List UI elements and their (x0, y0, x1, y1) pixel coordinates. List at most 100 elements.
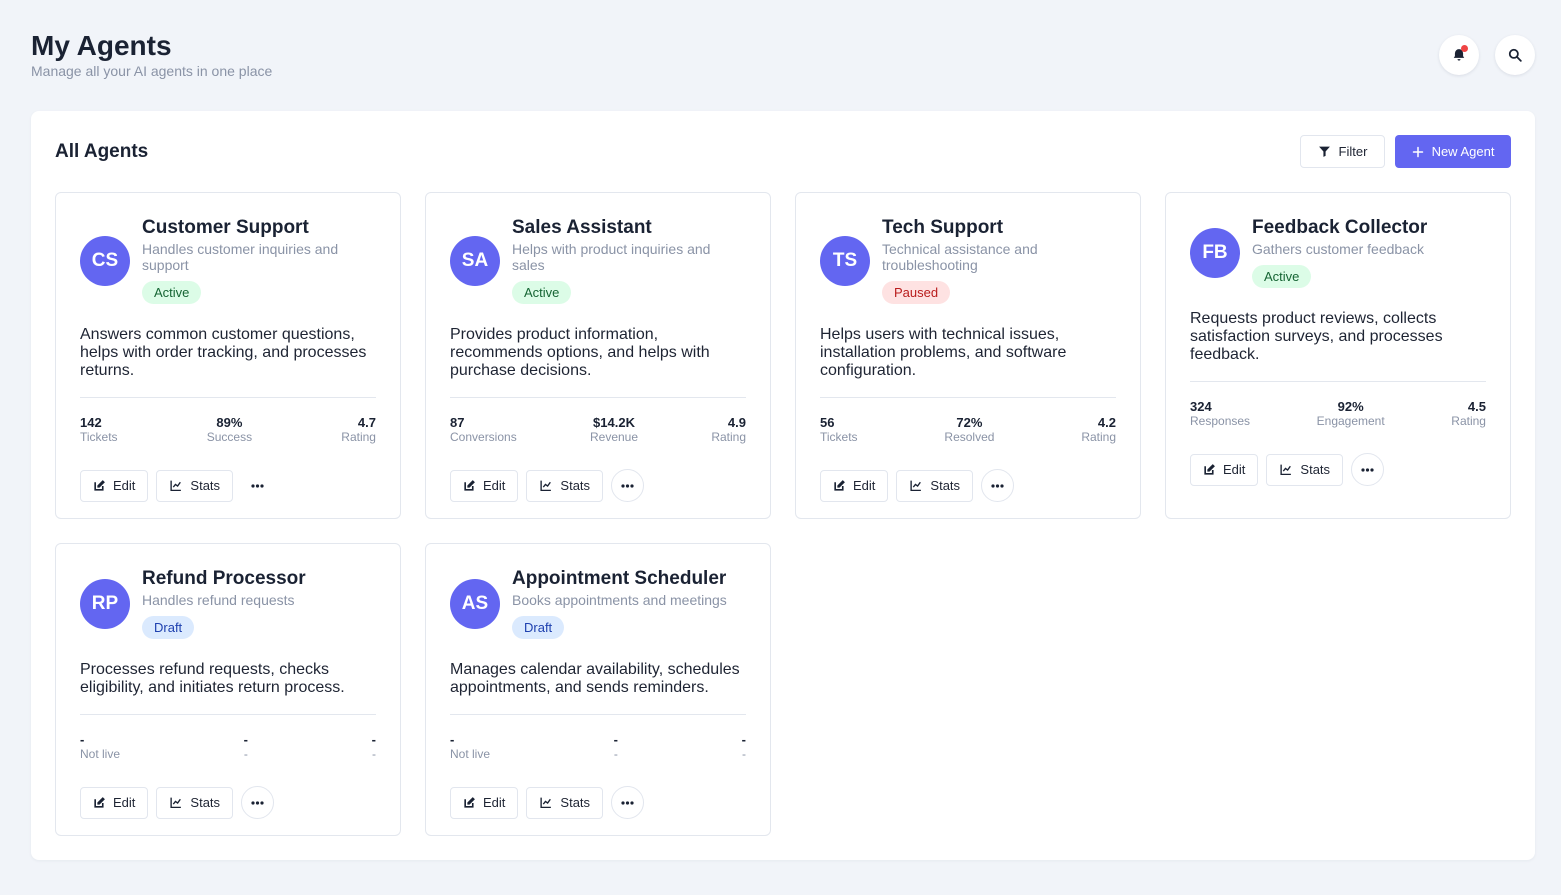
edit-button[interactable]: Edit (450, 469, 519, 502)
agent-actions: Edit Stats (56, 786, 400, 819)
edit-button[interactable]: Edit (80, 786, 149, 819)
agent-name: Tech Support (882, 217, 1004, 238)
more-options-button[interactable] (611, 469, 645, 502)
agent-card-header: CS Customer Support Handles customer inq… (56, 193, 400, 304)
stats-button[interactable]: Stats (156, 786, 234, 819)
stat-value: - (613, 732, 618, 747)
edit-icon (94, 797, 105, 808)
stat-value: 56 (820, 415, 835, 430)
stat-value: 142 (80, 415, 102, 430)
agent-description: Helps users with technical issues, insta… (820, 326, 1067, 379)
stat-item: 92% Engagement (1317, 399, 1385, 428)
agent-tagline: Books appointments and meetings (512, 592, 727, 608)
stats-button-label: Stats (190, 795, 221, 810)
search-button[interactable] (1495, 35, 1535, 75)
stats-button-label: Stats (560, 795, 591, 810)
stat-item: 4.7 Rating (341, 415, 376, 444)
more-options-button[interactable] (241, 786, 275, 819)
stats-button[interactable]: Stats (526, 469, 604, 502)
stat-label: Rating (1081, 430, 1116, 444)
stat-value: - (243, 732, 248, 747)
card-divider (450, 714, 746, 715)
filter-button[interactable]: Filter (1300, 135, 1385, 168)
more-options-button[interactable] (241, 469, 275, 502)
stat-item: 4.9 Rating (711, 415, 746, 444)
agent-stats: - Not live - - - - (56, 732, 400, 761)
stat-value: 4.2 (1097, 415, 1116, 430)
chart-line-icon (170, 480, 182, 492)
stat-value: 87 (450, 415, 465, 430)
stat-item: - - (742, 732, 746, 761)
chart-line-icon (170, 797, 182, 809)
agent-card-header: AS Appointment Scheduler Books appointme… (426, 544, 770, 639)
edit-icon (464, 797, 475, 808)
more-options-button[interactable] (611, 786, 645, 819)
agent-tagline: Handles customer inquiries and support (142, 241, 339, 273)
agent-card-customer-support: CS Customer Support Handles customer inq… (55, 192, 401, 519)
stat-value: $14.2K (593, 415, 635, 430)
stats-button[interactable]: Stats (156, 469, 234, 502)
filter-button-label: Filter (1338, 144, 1368, 159)
stat-value: - (741, 732, 746, 747)
more-options-button[interactable] (1351, 453, 1385, 486)
agent-name: Refund Processor (142, 568, 306, 589)
agent-stats: 87 Conversions $14.2K Revenue 4.9 Rating (426, 415, 770, 444)
agent-card-feedback-collector: FB Feedback Collector Gathers customer f… (1165, 192, 1511, 519)
stat-value: - (80, 732, 85, 747)
agent-actions: Edit Stats (56, 469, 400, 502)
more-options-button[interactable] (981, 469, 1015, 502)
stats-button[interactable]: Stats (1266, 453, 1344, 486)
agent-name: Appointment Scheduler (512, 568, 727, 589)
agent-name: Feedback Collector (1252, 217, 1428, 238)
new-agent-button-label: New Agent (1431, 144, 1495, 159)
more-horizontal-icon (251, 483, 264, 488)
notifications-button[interactable] (1439, 35, 1479, 75)
chart-line-icon (910, 480, 922, 492)
edit-icon (834, 480, 845, 491)
status-badge: Draft (512, 616, 565, 639)
agent-card-header: RP Refund Processor Handles refund reque… (56, 544, 400, 639)
stat-label: - (741, 747, 746, 761)
stat-label: Engagement (1316, 414, 1385, 428)
page-subtitle: Manage all your AI agents in one place (31, 63, 273, 79)
stat-item: - - (614, 732, 618, 761)
agent-actions: Edit Stats (426, 469, 770, 502)
stats-button[interactable]: Stats (526, 786, 604, 819)
stat-item: 89% Success (207, 415, 252, 444)
stat-value: 89% (216, 415, 243, 430)
edit-button[interactable]: Edit (80, 469, 149, 502)
agent-tagline: Technical assistance and troubleshooting (882, 241, 1038, 273)
more-horizontal-icon (621, 483, 634, 488)
stat-item: - Not live (450, 732, 490, 761)
agent-tagline: Helps with product inquiries and sales (512, 241, 711, 273)
panel-title: All Agents (55, 141, 149, 162)
agent-card-sales-assistant: SA Sales Assistant Helps with product in… (425, 192, 771, 519)
edit-button[interactable]: Edit (450, 786, 519, 819)
stats-button-label: Stats (930, 478, 961, 493)
stat-item: 4.5 Rating (1451, 399, 1486, 428)
more-horizontal-icon (991, 483, 1004, 488)
page-header: My Agents Manage all your AI agents in o… (31, 30, 272, 79)
agent-description: Provides product information, recommends… (450, 326, 710, 379)
stats-button-label: Stats (560, 478, 591, 493)
stat-item: 56 Tickets (820, 415, 858, 444)
stat-value: 4.5 (1467, 399, 1486, 414)
agent-avatar: CS (80, 235, 130, 286)
stats-button[interactable]: Stats (896, 469, 974, 502)
stat-item: 142 Tickets (80, 415, 118, 444)
edit-button[interactable]: Edit (820, 469, 889, 502)
stat-item: $14.2K Revenue (590, 415, 638, 444)
agent-card-header: SA Sales Assistant Helps with product in… (426, 193, 770, 304)
stat-label: - (371, 747, 376, 761)
new-agent-button[interactable]: New Agent (1395, 135, 1511, 168)
status-badge: Active (142, 281, 202, 304)
stat-label: Not live (450, 747, 491, 761)
edit-button[interactable]: Edit (1190, 453, 1259, 486)
filter-icon (1318, 146, 1330, 157)
stat-value: 4.9 (727, 415, 746, 430)
stat-item: 72% Resolved (944, 415, 994, 444)
stat-label: Success (206, 430, 253, 444)
stat-value: - (371, 732, 376, 747)
agent-actions: Edit Stats (1166, 453, 1510, 486)
edit-button-label: Edit (483, 795, 506, 810)
